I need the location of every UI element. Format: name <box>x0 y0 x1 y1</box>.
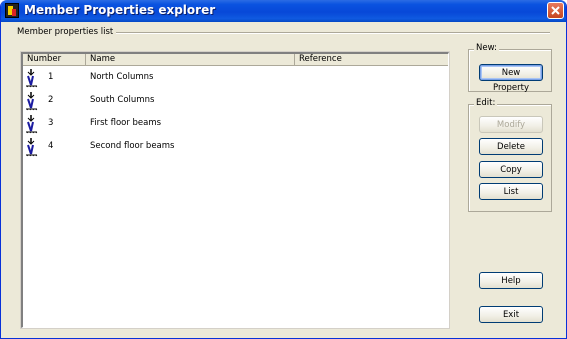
exit-button[interactable]: Exit <box>479 306 543 323</box>
help-button[interactable]: Help <box>479 272 543 289</box>
list-group-divider <box>93 32 550 34</box>
new-property-button[interactable]: New Property <box>479 64 543 93</box>
member-properties-window: Member Properties explorer Member proper… <box>0 0 567 339</box>
title-bar[interactable]: Member Properties explorer <box>1 0 566 22</box>
member-property-icon <box>26 115 38 134</box>
list-row[interactable]: 4 Second floor beams <box>23 135 448 157</box>
modify-button[interactable]: Modify <box>479 116 543 133</box>
member-property-icon <box>26 138 38 157</box>
column-header-name[interactable]: Name <box>86 54 295 65</box>
row-name: First floor beams <box>90 118 162 128</box>
list-row[interactable]: 1 North Columns <box>23 66 448 88</box>
row-name: North Columns <box>90 72 154 82</box>
edit-group-label: Edit: <box>474 98 498 108</box>
list-group-label: Member properties list <box>17 27 117 37</box>
row-number: 4 <box>48 141 54 151</box>
member-property-icon <box>26 69 38 88</box>
row-name: Second floor beams <box>90 141 175 151</box>
row-number: 2 <box>48 95 54 105</box>
new-group-label: New: <box>474 43 499 53</box>
row-name: South Columns <box>90 95 155 105</box>
row-number: 3 <box>48 118 54 128</box>
member-property-icon <box>26 92 38 111</box>
copy-button[interactable]: Copy <box>479 161 543 178</box>
list-row[interactable]: 2 South Columns <box>23 89 448 111</box>
close-button[interactable] <box>547 2 564 19</box>
delete-button[interactable]: Delete <box>479 138 543 155</box>
row-number: 1 <box>48 72 54 82</box>
app-icon[interactable] <box>5 3 19 18</box>
list-button[interactable]: List <box>479 183 543 200</box>
window-title: Member Properties explorer <box>24 3 216 17</box>
close-icon <box>551 6 560 15</box>
member-properties-list[interactable]: Number Name Reference 1 North Columns 2 … <box>20 51 450 329</box>
column-header-number[interactable]: Number <box>23 54 86 65</box>
list-header: Number Name Reference <box>23 54 448 66</box>
column-header-reference[interactable]: Reference <box>295 54 449 65</box>
list-row[interactable]: 3 First floor beams <box>23 112 448 134</box>
